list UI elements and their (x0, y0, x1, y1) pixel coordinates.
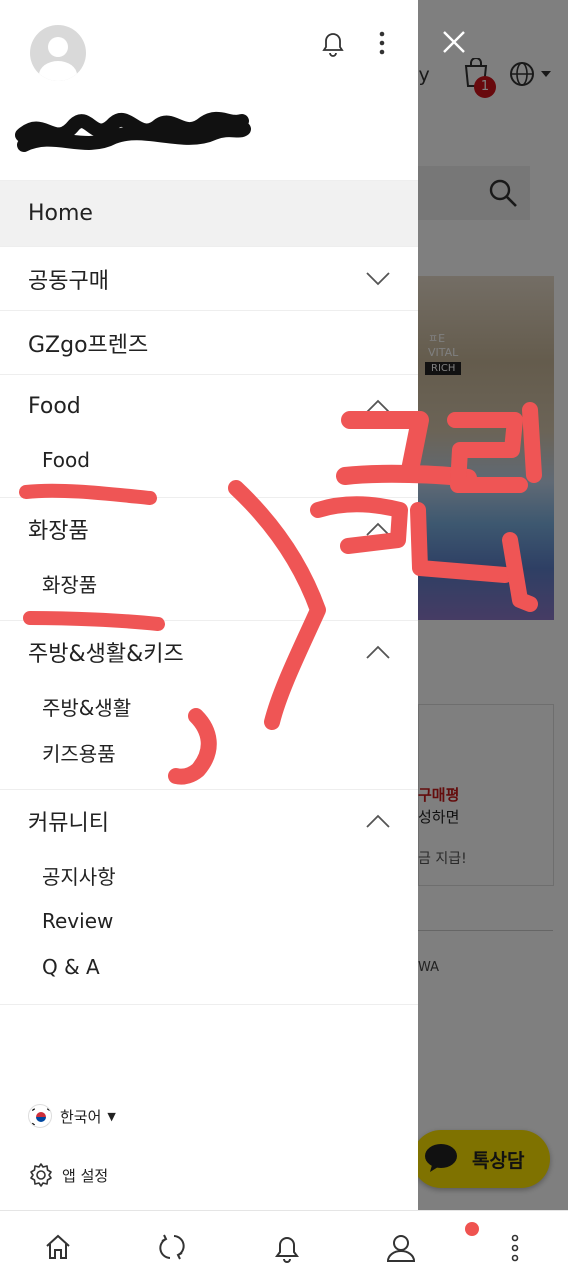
menu-item-friends[interactable]: GZgo프렌즈 (0, 310, 418, 374)
menu-group-title: Food (28, 393, 81, 419)
menu-item-group-buy[interactable]: 공동구매 (0, 246, 418, 310)
menu-item-label: Home (28, 201, 93, 226)
home-icon[interactable] (44, 1233, 72, 1261)
chevron-down-icon[interactable] (366, 271, 390, 286)
redacted-username (15, 112, 251, 152)
menu-group-title: 커뮤니티 (28, 811, 109, 836)
notification-dot (465, 1222, 479, 1236)
bell-icon[interactable] (318, 28, 348, 58)
user-icon[interactable] (386, 1233, 416, 1263)
refresh-icon[interactable] (158, 1233, 186, 1261)
menu-group-header[interactable]: 주방&생활&키즈 (0, 621, 418, 683)
submenu-item[interactable]: 공지사항 (0, 852, 418, 898)
drawer-menu: Home 공동구매 GZgo프렌즈 Food Food 화장품 화장품 주방&생… (0, 180, 418, 1005)
more-vertical-icon[interactable] (506, 1233, 524, 1263)
submenu-item[interactable]: 화장품 (0, 560, 418, 606)
submenu-item[interactable]: Review (0, 898, 418, 944)
submenu-item[interactable]: Q & A (0, 944, 418, 990)
menu-group-header[interactable]: 화장품 (0, 498, 418, 560)
side-drawer: Home 공동구매 GZgo프렌즈 Food Food 화장품 화장품 주방&생… (0, 0, 418, 1210)
avatar[interactable] (30, 25, 86, 81)
chevron-up-icon[interactable] (366, 645, 390, 659)
menu-group-community: 커뮤니티 공지사항 Review Q & A (0, 789, 418, 1004)
user-avatar-icon (39, 37, 77, 81)
bell-icon[interactable] (273, 1233, 301, 1263)
bottom-navigation (0, 1210, 568, 1280)
submenu-item[interactable]: 주방&생활 (0, 683, 418, 729)
chevron-up-icon[interactable] (366, 399, 390, 413)
divider (0, 1004, 418, 1005)
app-settings-label: 앱 설정 (62, 1166, 109, 1185)
app-settings-link[interactable]: 앱 설정 (28, 1162, 108, 1188)
menu-group-header[interactable]: 커뮤니티 (0, 790, 418, 852)
menu-item-label: GZgo프렌즈 (28, 332, 149, 358)
language-selector[interactable]: 한국어 ▼ (28, 1104, 116, 1128)
menu-item-home[interactable]: Home (0, 180, 418, 246)
chevron-up-icon[interactable] (366, 814, 390, 828)
close-icon[interactable] (436, 24, 472, 60)
chevron-up-icon[interactable] (366, 522, 390, 536)
submenu-item[interactable]: Food (0, 437, 418, 483)
menu-group-food: Food Food (0, 374, 418, 497)
menu-group-title: 화장품 (28, 519, 89, 544)
menu-group-cosmetics: 화장품 화장품 (0, 497, 418, 620)
korea-flag-icon (28, 1104, 52, 1128)
menu-group-title: 주방&생활&키즈 (28, 642, 184, 667)
more-vertical-icon[interactable] (372, 30, 392, 56)
submenu-item[interactable]: 키즈용품 (0, 729, 418, 775)
menu-group-kitchen-living-kids: 주방&생활&키즈 주방&생활 키즈용품 (0, 620, 418, 789)
gear-icon (30, 1163, 52, 1187)
caret-down-icon: ▼ (107, 1109, 116, 1123)
menu-item-label: 공동구매 (28, 268, 109, 294)
language-label: 한국어 (60, 1107, 102, 1126)
menu-group-header[interactable]: Food (0, 375, 418, 437)
